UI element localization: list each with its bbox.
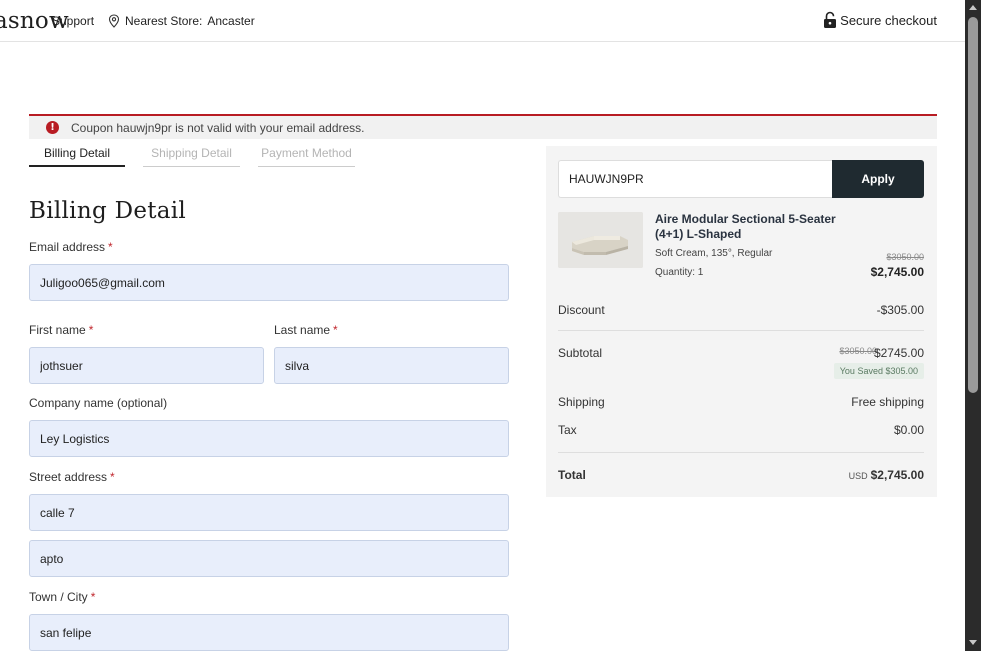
total-value: $2,745.00	[870, 468, 924, 482]
discount-value: -$305.00	[876, 303, 924, 317]
shipping-row: Shipping Free shipping	[558, 395, 924, 409]
city-label: Town / City *	[29, 590, 95, 604]
sofa-image-icon	[558, 212, 643, 268]
tax-label: Tax	[558, 423, 577, 437]
product-variant: Soft Cream, 135°, Regular	[655, 248, 773, 259]
tax-value: $0.00	[893, 423, 924, 437]
email-label: Email address *	[29, 240, 113, 254]
divider	[558, 330, 924, 331]
scroll-down-arrow-icon[interactable]	[969, 640, 977, 645]
nearest-store-name: Ancaster	[207, 14, 255, 28]
company-field[interactable]	[29, 420, 509, 457]
shipping-value: Free shipping	[851, 395, 924, 409]
scroll-thumb[interactable]	[968, 17, 978, 393]
required-marker: *	[333, 323, 338, 337]
lock-icon	[824, 11, 837, 28]
street-address-2-field[interactable]	[29, 540, 509, 577]
page-scrollbar[interactable]	[965, 0, 981, 651]
support-link[interactable]: Support	[52, 14, 94, 28]
product-name[interactable]: Aire Modular Sectional 5-Seater (4+1) L-…	[655, 212, 855, 242]
total-currency: USD	[848, 471, 868, 481]
discount-label: Discount	[558, 303, 605, 317]
location-pin-icon	[108, 14, 120, 28]
city-label-text: Town / City	[29, 590, 88, 604]
checkout-steps-tabs: Billing Detail Shipping Detail Payment M…	[29, 142, 377, 167]
street-address-field[interactable]	[29, 494, 509, 531]
secure-checkout-label: Secure checkout	[840, 12, 937, 28]
last-name-field[interactable]	[274, 347, 509, 384]
coupon-input[interactable]	[558, 160, 833, 198]
last-name-label: Last name *	[274, 323, 338, 337]
subtotal-row: Subtotal $3050.00 $2745.00 You Saved $30…	[558, 346, 924, 380]
city-field[interactable]	[29, 614, 509, 651]
discount-row: Discount -$305.00	[558, 303, 924, 317]
street-label-text: Street address	[29, 470, 108, 484]
first-name-field[interactable]	[29, 347, 264, 384]
required-marker: *	[108, 240, 113, 254]
product-price: $2,745.00	[870, 265, 924, 279]
secure-checkout: Secure checkout	[823, 11, 937, 29]
product-thumbnail[interactable]	[558, 212, 643, 268]
required-marker: *	[88, 323, 94, 337]
shipping-label: Shipping	[558, 395, 605, 409]
subtotal-value: $2745.00	[873, 346, 924, 360]
tab-shipping-detail[interactable]: Shipping Detail	[143, 142, 240, 167]
total-label: Total	[558, 468, 586, 482]
company-label-text: Company name (optional)	[29, 396, 168, 410]
site-header: asnow Support Nearest Store: Ancaster Se…	[0, 0, 965, 42]
coupon-error-notice: ! Coupon hauwjn9pr is not valid with you…	[29, 114, 937, 139]
total-amount: USD $2,745.00	[849, 468, 924, 482]
apply-coupon-button[interactable]: Apply	[832, 160, 924, 198]
error-icon: !	[46, 121, 59, 134]
tab-billing-detail[interactable]: Billing Detail	[29, 142, 125, 167]
divider	[558, 452, 924, 453]
order-summary: Apply Aire Modular Sectional 5-Seater (4…	[546, 146, 937, 497]
coupon-error-message: Coupon hauwjn9pr is not valid with your …	[71, 120, 365, 135]
first-name-label-text: First name	[29, 323, 86, 337]
nearest-store-label: Nearest Store:	[125, 14, 203, 28]
product-original-price: $3050.00	[886, 252, 924, 262]
tab-payment-method[interactable]: Payment Method	[258, 142, 355, 167]
product-quantity: Quantity: 1	[655, 267, 704, 278]
page-title: Billing Detail	[29, 198, 187, 224]
last-name-label-text: Last name	[274, 323, 331, 337]
first-name-label: First name *	[29, 323, 93, 337]
street-label: Street address *	[29, 470, 115, 484]
company-label: Company name (optional)	[29, 396, 167, 410]
required-marker: *	[90, 590, 96, 604]
email-label-text: Email address	[29, 240, 106, 254]
scroll-up-arrow-icon[interactable]	[969, 5, 977, 10]
total-row: Total USD $2,745.00	[558, 468, 924, 482]
savings-badge: You Saved $305.00	[833, 363, 924, 379]
tax-row: Tax $0.00	[558, 423, 924, 437]
required-marker: *	[110, 470, 115, 484]
subtotal-label: Subtotal	[558, 346, 603, 360]
nearest-store-link[interactable]: Nearest Store: Ancaster	[108, 14, 255, 28]
subtotal-original: $3050.00	[839, 346, 877, 356]
email-field[interactable]	[29, 264, 509, 301]
